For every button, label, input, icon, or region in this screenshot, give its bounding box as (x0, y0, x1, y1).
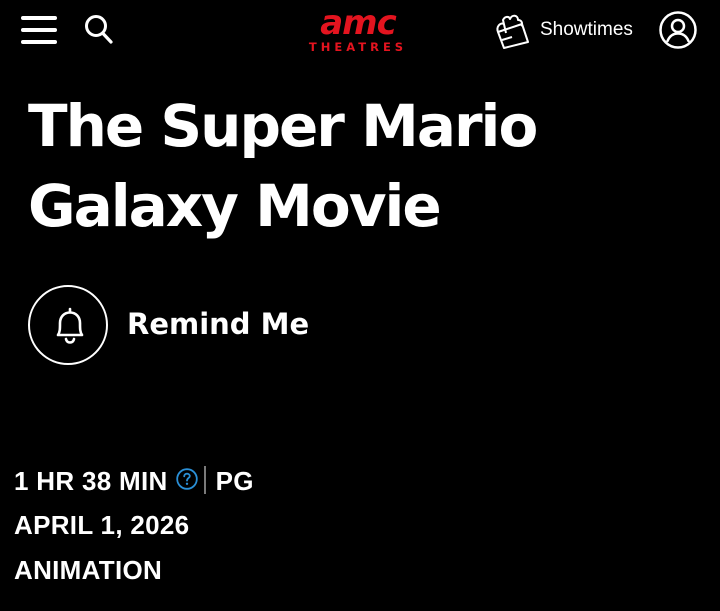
movie-title: The Super Mario Galaxy Movie (28, 92, 538, 240)
remind-icon-circle (28, 285, 108, 365)
top-navigation-bar: amc THEATRES Showtimes (0, 0, 720, 64)
genre: ANIMATION (14, 555, 163, 585)
ticket-popcorn-icon (496, 14, 529, 49)
rating: PG (215, 466, 254, 496)
separator (203, 466, 206, 495)
user-account-icon[interactable] (658, 10, 698, 50)
showtimes-label: Showtimes (540, 19, 633, 40)
remind-me-label: Remind Me (127, 307, 310, 341)
bell-icon (56, 307, 84, 344)
runtime: 1 HR 38 MIN (14, 466, 168, 496)
search-icon[interactable] (84, 14, 114, 46)
amc-theatres-logo[interactable]: amc THEATRES (296, 6, 420, 56)
logo-subtitle: THEATRES (308, 40, 408, 54)
showtimes-link[interactable]: Showtimes (492, 10, 642, 50)
runtime-rating-row: 1 HR 38 MIN PG (14, 466, 254, 497)
hamburger-menu-icon[interactable] (21, 16, 57, 44)
question-circle-icon[interactable] (175, 466, 198, 490)
logo-wordmark: amc (320, 3, 397, 43)
remind-me-button[interactable]: Remind Me (28, 285, 328, 369)
release-date: APRIL 1, 2026 (14, 510, 190, 540)
